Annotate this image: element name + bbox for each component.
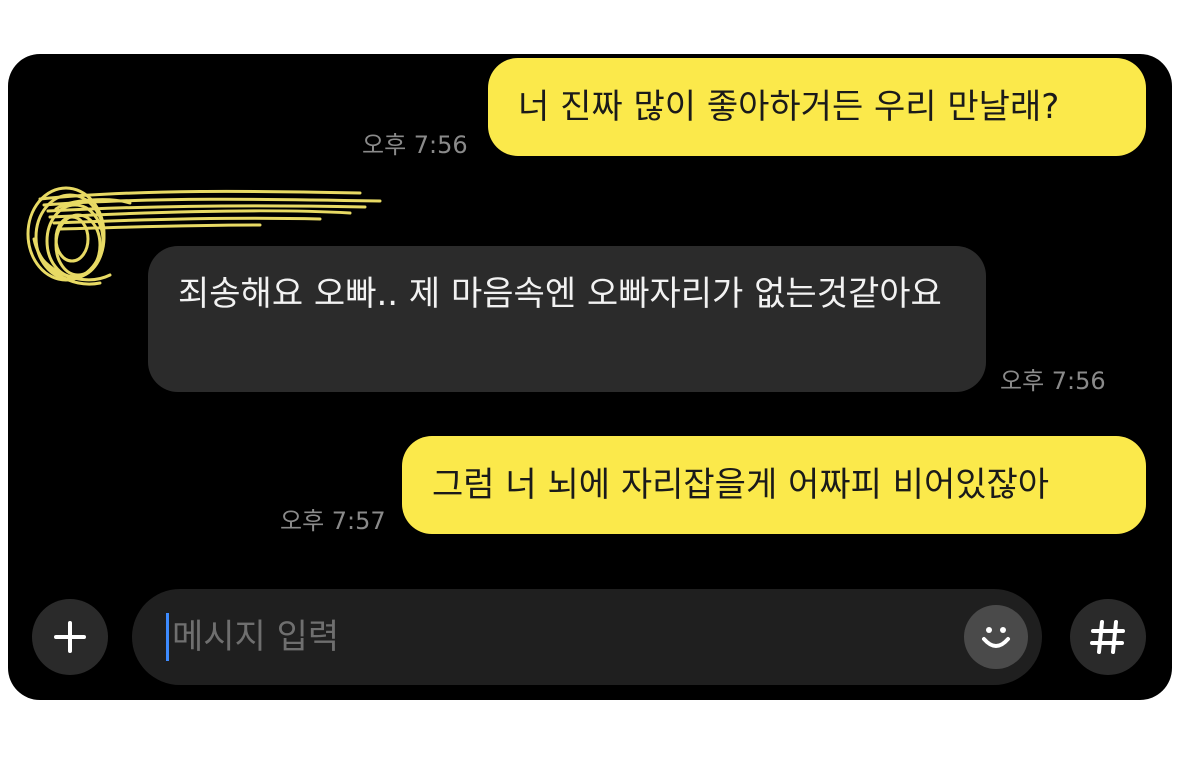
hashtag-icon — [1090, 620, 1125, 654]
chat-screen: 너 진짜 많이 좋아하거든 우리 만날래? 오후 7:56 죄송해요 오빠.. … — [8, 54, 1172, 700]
message-text: 죄송해요 오빠.. 제 마음속엔 오빠자리가 없는것같아요 — [178, 274, 942, 314]
message-timestamp: 오후 7:56 — [1000, 367, 1106, 395]
input-placeholder: 메시지 입력 — [172, 617, 340, 657]
my-message-bubble[interactable]: 그럼 너 뇌에 자리잡을게 어짜피 비어있잖아 — [402, 436, 1146, 534]
message-input[interactable]: 메시지 입력 — [132, 589, 1042, 685]
message-timestamp: 오후 7:56 — [362, 131, 468, 159]
plus-icon — [54, 621, 86, 653]
emoji-button[interactable] — [964, 605, 1028, 669]
message-timestamp: 오후 7:57 — [280, 507, 386, 535]
message-input-bar: 메시지 입력 — [8, 589, 1172, 689]
text-caret — [166, 613, 169, 661]
their-message-bubble[interactable]: 죄송해요 오빠.. 제 마음속엔 오빠자리가 없는것같아요 — [148, 246, 986, 392]
add-button[interactable] — [32, 599, 108, 675]
message-text: 그럼 너 뇌에 자리잡을게 어짜피 비어있잖아 — [432, 465, 1050, 505]
my-message-bubble[interactable]: 너 진짜 많이 좋아하거든 우리 만날래? — [488, 58, 1146, 156]
hashtag-button[interactable] — [1070, 599, 1146, 675]
message-text: 너 진짜 많이 좋아하거든 우리 만날래? — [518, 87, 1060, 127]
smiley-icon — [982, 627, 1010, 648]
